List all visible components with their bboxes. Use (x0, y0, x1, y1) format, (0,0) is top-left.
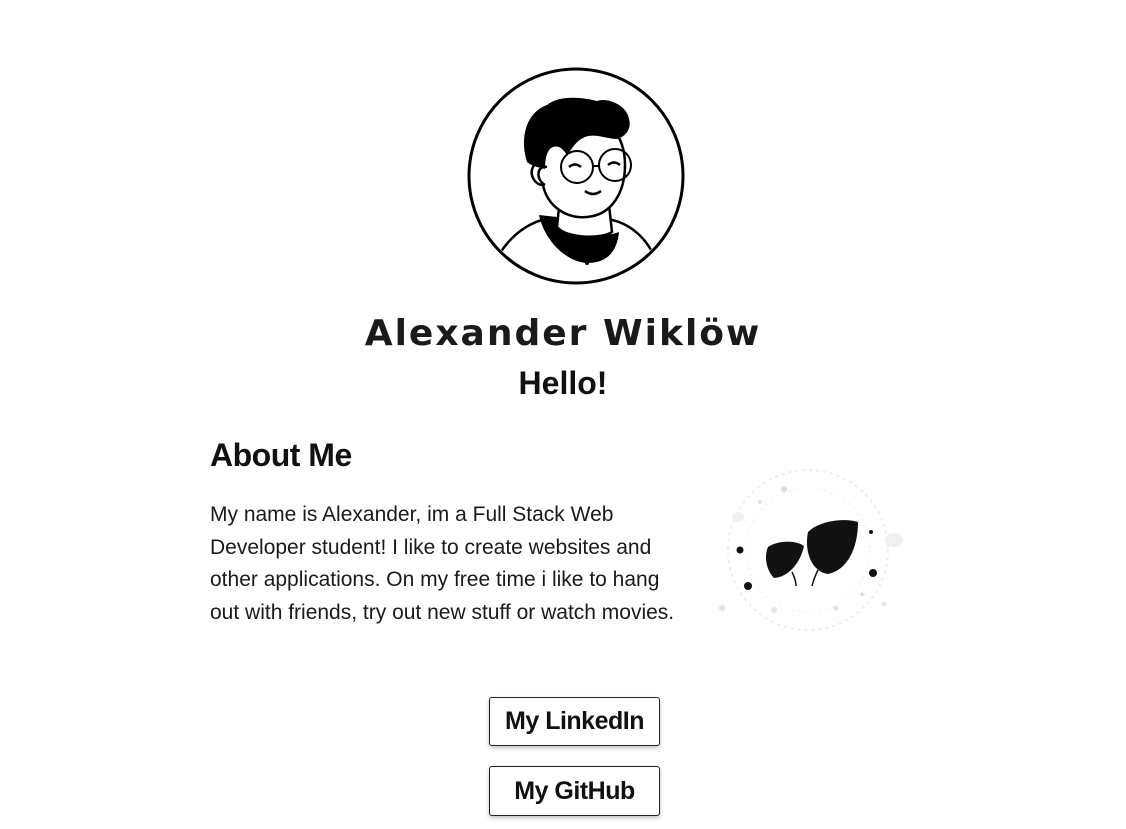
profile-name: Alexander Wiklöw (364, 313, 762, 354)
avatar (467, 67, 685, 285)
greeting-heading: Hello! (0, 363, 1126, 403)
svg-text:✦: ✦ (858, 590, 866, 601)
github-button[interactable]: My GitHub (489, 766, 660, 816)
about-title: About Me (210, 437, 352, 473)
linkedin-button[interactable]: My LinkedIn (489, 697, 660, 746)
page: Alexander Wiklöw Hello! About Me My name… (0, 0, 1126, 829)
greeting-text: Hello! (518, 365, 608, 401)
illustration: ✦ (708, 462, 908, 637)
about-text: My name is Alexander, im a Full Stack We… (210, 503, 675, 624)
person-with-glasses-avatar-icon (467, 67, 685, 285)
leaves-illustration-icon: ✦ (719, 469, 903, 631)
